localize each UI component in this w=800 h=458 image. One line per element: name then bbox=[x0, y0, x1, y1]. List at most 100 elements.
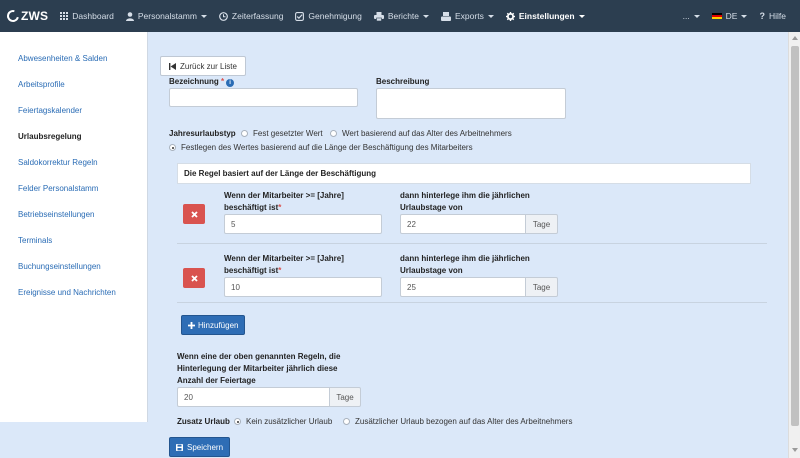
rule-days-label-line1: dann hinterlege ihm die jährlichen bbox=[400, 254, 530, 263]
fallback-days-input[interactable]: 20 bbox=[177, 387, 330, 407]
check-square-icon bbox=[295, 11, 305, 21]
scrollbar-thumb[interactable] bbox=[791, 46, 799, 426]
nav-help[interactable]: ? Hilfe bbox=[759, 11, 786, 21]
nav-language[interactable]: DE bbox=[711, 11, 748, 21]
rule-years-label-line2: beschäftigt ist bbox=[224, 203, 279, 212]
radio-zusatz-age[interactable] bbox=[343, 418, 350, 425]
nav-language-label: DE bbox=[725, 11, 738, 21]
rule-days-label-line1: dann hinterlege ihm die jährlichen bbox=[400, 191, 530, 200]
rule-days-label: dann hinterlege ihm die jährlichen Urlau… bbox=[400, 190, 530, 214]
sidebar-item-buchungseinstellungen[interactable]: Buchungseinstellungen bbox=[18, 262, 101, 271]
nav-einstellungen-label: Einstellungen bbox=[518, 11, 575, 21]
days-unit-addon: Tage bbox=[526, 277, 558, 297]
page-scrollbar[interactable] bbox=[788, 32, 800, 458]
nav-exports[interactable]: Exports bbox=[441, 11, 494, 21]
rule-days-label: dann hinterlege ihm die jährlichen Urlau… bbox=[400, 253, 530, 277]
type-option-age[interactable]: Wert basierend auf das Alter des Arbeitn… bbox=[330, 129, 512, 138]
rule-days-input[interactable]: 22 bbox=[400, 214, 526, 234]
brand-ring-icon bbox=[4, 7, 22, 25]
german-flag-icon bbox=[711, 12, 722, 20]
settings-sidebar: Abwesenheiten & Salden Arbeitsprofile Fe… bbox=[0, 32, 148, 422]
radio-zusatz-none[interactable] bbox=[234, 418, 241, 425]
radio-employment-length[interactable] bbox=[169, 144, 176, 151]
add-rule-button[interactable]: Hinzufügen bbox=[181, 315, 246, 335]
sidebar-item-arbeitsprofile[interactable]: Arbeitsprofile bbox=[18, 80, 65, 89]
sidebar-item-feiertagskalender[interactable]: Feiertagskalender bbox=[18, 106, 82, 115]
brand-name: ZWS bbox=[21, 9, 49, 23]
nav-personalstamm[interactable]: Personalstamm bbox=[125, 11, 207, 21]
fallback-days-label-line3: Anzahl der Feiertage bbox=[177, 376, 256, 385]
rule-row: Wenn der Mitarbeiter >= [Jahre] beschäft… bbox=[177, 245, 767, 303]
scroll-up-icon[interactable] bbox=[792, 36, 798, 40]
delete-rule-button[interactable] bbox=[183, 268, 205, 288]
info-icon[interactable]: i bbox=[226, 79, 235, 87]
fallback-days-label-line2: Hinterlegung der Mitarbeiter jährlich di… bbox=[177, 364, 338, 373]
nav-personalstamm-label: Personalstamm bbox=[137, 11, 197, 21]
beschreibung-label: Beschreibung bbox=[376, 77, 430, 86]
sidebar-item-terminals[interactable]: Terminals bbox=[18, 236, 52, 245]
nav-more[interactable]: ... bbox=[683, 11, 700, 21]
delete-rule-button[interactable] bbox=[183, 204, 205, 224]
bezeichnung-label-text: Bezeichnung bbox=[169, 77, 219, 86]
rule-row: Wenn der Mitarbeiter >= [Jahre] beschäft… bbox=[177, 186, 767, 244]
required-marker: * bbox=[278, 266, 282, 275]
zusatz-option-age[interactable]: Zusätzlicher Urlaub bezogen auf das Alte… bbox=[343, 417, 572, 426]
rule-panel-header: Die Regel basiert auf der Länge der Besc… bbox=[177, 163, 751, 184]
type-option-age-label: Wert basierend auf das Alter des Arbeitn… bbox=[342, 129, 512, 138]
chevron-down-icon bbox=[741, 14, 748, 18]
zusatz-option-age-label: Zusätzlicher Urlaub bezogen auf das Alte… bbox=[355, 417, 573, 426]
sidebar-item-saldokorrektur[interactable]: Saldokorrektur Regeln bbox=[18, 158, 98, 167]
beschreibung-textarea[interactable] bbox=[376, 88, 566, 119]
close-icon bbox=[190, 274, 198, 282]
type-option-employment-length-label: Festlegen des Wertes basierend auf die L… bbox=[181, 143, 473, 152]
step-backward-icon bbox=[169, 62, 176, 70]
chevron-down-icon bbox=[487, 14, 494, 18]
back-to-list-button[interactable]: Zurück zur Liste bbox=[160, 56, 246, 76]
bezeichnung-input[interactable] bbox=[169, 88, 358, 107]
fallback-days-label: Wenn eine der oben genannten Regeln, die… bbox=[177, 351, 340, 387]
nav-dashboard-label: Dashboard bbox=[72, 11, 114, 21]
zusatz-option-none-label: Kein zusätzlicher Urlaub bbox=[246, 417, 333, 426]
nav-berichte[interactable]: Berichte bbox=[373, 11, 430, 21]
rule-years-label-line1: Wenn der Mitarbeiter >= [Jahre] bbox=[224, 254, 344, 263]
nav-dashboard[interactable]: Dashboard bbox=[60, 11, 114, 21]
sidebar-item-betriebseinstellungen[interactable]: Betriebseinstellungen bbox=[18, 210, 95, 219]
fallback-unit-addon: Tage bbox=[330, 387, 361, 407]
nav-zeiterfassung[interactable]: Zeiterfassung bbox=[219, 11, 283, 21]
scroll-down-icon[interactable] bbox=[792, 448, 798, 452]
nav-genehmigung[interactable]: Genehmigung bbox=[295, 11, 362, 21]
top-navbar: ZWS Dashboard Personalstamm Zeiterfassun… bbox=[0, 0, 800, 32]
rule-years-input[interactable]: 10 bbox=[224, 277, 382, 297]
user-icon bbox=[125, 11, 134, 21]
nav-more-label: ... bbox=[682, 11, 690, 21]
rule-years-input[interactable]: 5 bbox=[224, 214, 382, 234]
nav-berichte-label: Berichte bbox=[387, 11, 420, 21]
chevron-down-icon bbox=[423, 14, 430, 18]
brand-logo[interactable]: ZWS bbox=[4, 7, 49, 25]
nav-genehmigung-label: Genehmigung bbox=[308, 11, 362, 21]
save-button[interactable]: Speichern bbox=[169, 437, 231, 457]
nav-einstellungen[interactable]: Einstellungen bbox=[505, 11, 585, 21]
rule-days-label-line2: Urlaubstage von bbox=[400, 266, 463, 275]
export-icon bbox=[441, 11, 452, 21]
rule-days-input[interactable]: 25 bbox=[400, 277, 526, 297]
sidebar-item-felder-personalstamm[interactable]: Felder Personalstamm bbox=[18, 184, 98, 193]
type-option-fixed-label: Fest gesetzter Wert bbox=[253, 129, 323, 138]
sidebar-item-abwesenheiten[interactable]: Abwesenheiten & Salden bbox=[18, 54, 107, 63]
days-unit-addon: Tage bbox=[526, 214, 558, 234]
sidebar-item-urlaubsregelung[interactable]: Urlaubsregelung bbox=[18, 132, 82, 141]
type-option-fixed[interactable]: Fest gesetzter Wert bbox=[241, 129, 323, 138]
required-marker: * bbox=[278, 203, 282, 212]
rule-years-label-line2: beschäftigt ist bbox=[224, 266, 279, 275]
zusatz-option-none[interactable]: Kein zusätzlicher Urlaub bbox=[234, 417, 332, 426]
type-option-employment-length[interactable]: Festlegen des Wertes basierend auf die L… bbox=[169, 143, 473, 152]
radio-fixed[interactable] bbox=[241, 130, 248, 137]
rule-days-label-line2: Urlaubstage von bbox=[400, 203, 463, 212]
radio-age[interactable] bbox=[330, 130, 337, 137]
sidebar-item-ereignisse[interactable]: Ereignisse und Nachrichten bbox=[18, 288, 116, 297]
rule-years-label: Wenn der Mitarbeiter >= [Jahre] beschäft… bbox=[224, 253, 344, 277]
chevron-down-icon bbox=[578, 14, 585, 18]
gear-icon bbox=[505, 11, 515, 21]
rule-years-label: Wenn der Mitarbeiter >= [Jahre] beschäft… bbox=[224, 190, 344, 214]
nav-help-label: Hilfe bbox=[768, 11, 786, 21]
